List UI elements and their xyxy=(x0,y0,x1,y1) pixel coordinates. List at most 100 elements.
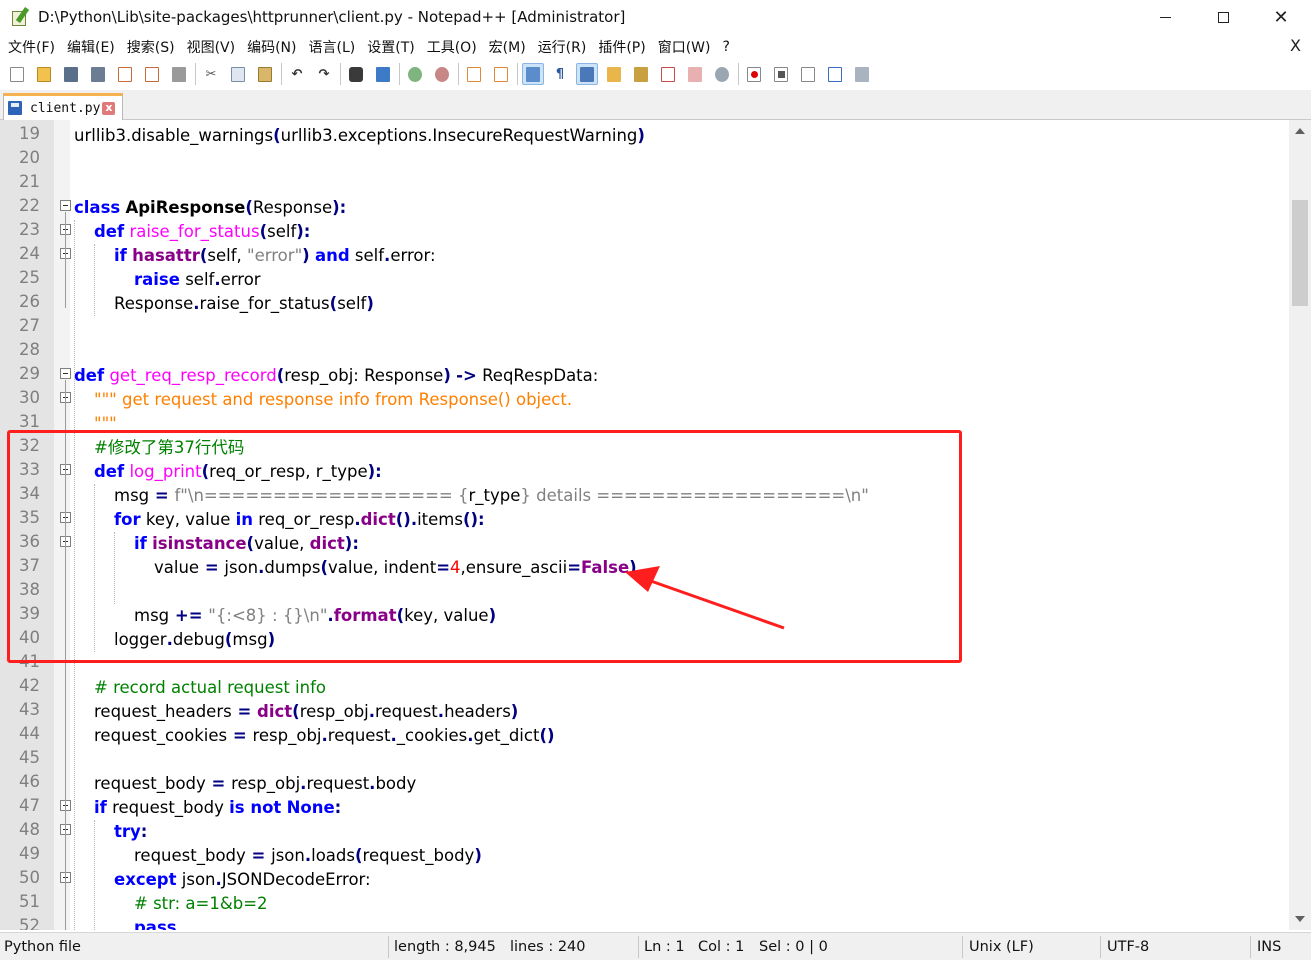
code-line[interactable]: if request_body is not None: xyxy=(94,796,341,820)
document-map-icon[interactable] xyxy=(603,63,625,85)
line-number: 47 xyxy=(19,796,40,815)
scroll-up-arrow-icon[interactable] xyxy=(1295,128,1305,134)
status-file-type: Python file xyxy=(4,939,81,955)
code-line[interactable]: request_headers = dict(resp_obj.request.… xyxy=(94,700,518,724)
code-line[interactable]: class ApiResponse(Response): xyxy=(74,196,346,220)
copy-icon[interactable] xyxy=(227,63,249,85)
code-line[interactable]: except json.JSONDecodeError: xyxy=(114,868,371,892)
code-line[interactable]: """ xyxy=(94,412,117,436)
show-all-chars-icon[interactable]: ¶ xyxy=(549,63,571,85)
folder-workspace-icon[interactable] xyxy=(657,63,679,85)
code-line[interactable]: raise self.error xyxy=(134,268,261,292)
indent-guide-icon[interactable] xyxy=(576,63,598,85)
code-line[interactable]: def raise_for_status(self): xyxy=(94,220,310,244)
playback-icon[interactable] xyxy=(797,63,819,85)
menu-help[interactable]: ? xyxy=(717,39,736,55)
redo-icon[interactable]: ↷ xyxy=(313,63,335,85)
code-token: ) xyxy=(488,606,497,625)
code-line[interactable]: # str: a=1&b=2 xyxy=(134,892,268,916)
function-list-icon[interactable] xyxy=(630,63,652,85)
menu-tools[interactable]: 工具(O) xyxy=(421,37,483,57)
line-number: 40 xyxy=(19,628,40,647)
code-line[interactable]: request_body = json.loads(request_body) xyxy=(134,844,482,868)
sync-vertical-icon[interactable] xyxy=(463,63,485,85)
tab-close-icon[interactable]: x xyxy=(102,101,116,115)
menu-encoding[interactable]: 编码(N) xyxy=(241,37,302,57)
menu-plugins[interactable]: 插件(P) xyxy=(592,37,651,57)
code-token: def xyxy=(94,462,125,481)
status-eol[interactable]: Unix (LF) xyxy=(969,933,1034,960)
code-token: msg xyxy=(232,630,268,649)
code-line[interactable]: msg = f"\n================== {r_type} de… xyxy=(114,484,869,508)
code-line[interactable]: # record actual request info xyxy=(94,676,326,700)
scrollbar-thumb[interactable] xyxy=(1292,200,1308,306)
menu-macro[interactable]: 宏(M) xyxy=(483,37,532,57)
save-icon[interactable] xyxy=(60,63,82,85)
code-line[interactable]: try: xyxy=(114,820,147,844)
open-file-icon[interactable] xyxy=(33,63,55,85)
close-file-icon[interactable] xyxy=(114,63,136,85)
code-token: details ==================\n" xyxy=(530,486,869,505)
replace-icon[interactable] xyxy=(372,63,394,85)
scroll-down-arrow-icon[interactable] xyxy=(1295,916,1305,922)
maximize-button[interactable] xyxy=(1194,0,1252,34)
paste-icon[interactable] xyxy=(254,63,276,85)
code-line[interactable]: request_body = resp_obj.request.body xyxy=(94,772,416,796)
save-macro-icon[interactable] xyxy=(851,63,873,85)
minimize-button[interactable] xyxy=(1136,0,1194,34)
find-icon[interactable] xyxy=(345,63,367,85)
close-document-button[interactable]: X xyxy=(1290,36,1301,55)
menu-run[interactable]: 运行(R) xyxy=(532,37,593,57)
undo-icon[interactable]: ↶ xyxy=(286,63,308,85)
run-macro-multiple-icon[interactable] xyxy=(824,63,846,85)
menu-view[interactable]: 视图(V) xyxy=(181,37,242,57)
code-line[interactable]: def log_print(req_or_resp, r_type): xyxy=(94,460,382,484)
zoom-in-icon[interactable] xyxy=(404,63,426,85)
line-number: 50 xyxy=(19,868,40,887)
code-line[interactable]: value = json.dumps(value, indent=4,ensur… xyxy=(154,556,637,580)
close-all-icon[interactable] xyxy=(141,63,163,85)
tab-client-py[interactable]: client.py x xyxy=(3,93,123,120)
status-encoding[interactable]: UTF-8 xyxy=(1107,933,1149,960)
menu-window[interactable]: 窗口(W) xyxy=(652,37,717,57)
record-macro-icon[interactable] xyxy=(743,63,765,85)
code-line[interactable]: logger.debug(msg) xyxy=(114,628,275,652)
save-all-icon[interactable] xyxy=(87,63,109,85)
preview-icon[interactable] xyxy=(711,63,733,85)
code-line[interactable]: for key, value in req_or_resp.dict().ite… xyxy=(114,508,485,532)
close-window-button[interactable]: ✕ xyxy=(1252,0,1310,34)
tab-bar: client.py x xyxy=(0,90,1311,120)
fold-toggle-icon[interactable] xyxy=(60,200,71,211)
sync-horizontal-icon[interactable] xyxy=(490,63,512,85)
code-token: value xyxy=(154,558,200,577)
code-line[interactable]: urllib3.disable_warnings(urllib3.excepti… xyxy=(74,124,645,148)
code-line[interactable]: #修改了第37行代码 xyxy=(94,436,244,460)
vertical-scrollbar[interactable] xyxy=(1289,120,1311,930)
code-line[interactable]: if isinstance(value, dict): xyxy=(134,532,359,556)
code-token: error: xyxy=(390,246,436,265)
code-line[interactable]: pass xyxy=(134,916,177,930)
code-token: request_cookies xyxy=(94,726,228,745)
monitoring-icon[interactable] xyxy=(684,63,706,85)
word-wrap-icon[interactable] xyxy=(522,63,544,85)
menu-file[interactable]: 文件(F) xyxy=(0,37,61,57)
status-insert-mode[interactable]: INS xyxy=(1257,933,1281,960)
indent-guide xyxy=(94,244,95,316)
menu-edit[interactable]: 编辑(E) xyxy=(61,37,121,57)
fold-toggle-icon[interactable] xyxy=(60,368,71,379)
stop-record-icon[interactable] xyxy=(770,63,792,85)
cut-icon[interactable]: ✂ xyxy=(200,63,222,85)
code-editor[interactable]: 19 20 21 22 23 24 25 26 27 28 29 30 31 32 33 34 35 36 37 38… xyxy=(0,120,1311,930)
code-line[interactable]: msg += "{:<8} : {}\n".format(key, value) xyxy=(134,604,496,628)
code-line[interactable]: def get_req_resp_record(resp_obj: Respon… xyxy=(74,364,598,388)
code-line[interactable]: """ get request and response info from R… xyxy=(94,388,572,412)
code-line[interactable]: request_cookies = resp_obj.request._cook… xyxy=(94,724,555,748)
code-line[interactable]: Response.raise_for_status(self) xyxy=(114,292,374,316)
code-line[interactable]: if hasattr(self, "error") and self.error… xyxy=(114,244,436,268)
zoom-out-icon[interactable] xyxy=(431,63,453,85)
menu-search[interactable]: 搜索(S) xyxy=(121,37,181,57)
menu-language[interactable]: 语言(L) xyxy=(303,37,362,57)
menu-settings[interactable]: 设置(T) xyxy=(361,37,420,57)
new-file-icon[interactable] xyxy=(6,63,28,85)
print-icon[interactable] xyxy=(168,63,190,85)
